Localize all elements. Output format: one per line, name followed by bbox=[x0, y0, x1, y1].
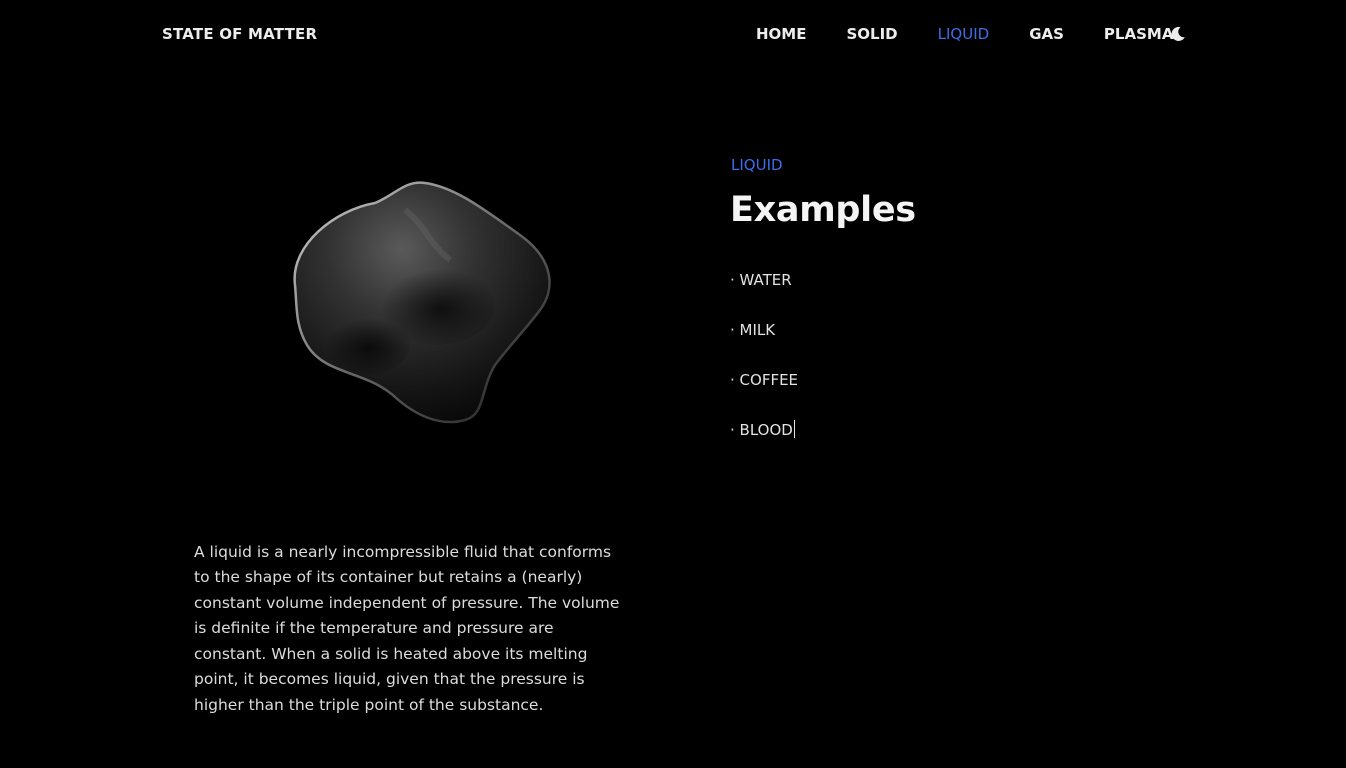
example-item: · BLOOD bbox=[730, 420, 798, 470]
nav-home[interactable]: HOME bbox=[756, 25, 806, 43]
example-item: · WATER bbox=[730, 271, 792, 289]
section-kicker: LIQUID bbox=[731, 156, 783, 174]
nav-gas[interactable]: GAS bbox=[1029, 25, 1064, 43]
liquid-description: A liquid is a nearly incompressible flui… bbox=[194, 542, 620, 715]
example-item: · MILK bbox=[730, 321, 776, 339]
text-cursor bbox=[793, 420, 795, 438]
example-item: · COFFEE bbox=[730, 371, 799, 389]
nav-solid[interactable]: SOLID bbox=[846, 25, 897, 43]
page: STATE OF MATTER HOME SOLID LIQUID GAS PL… bbox=[0, 0, 1346, 768]
brand-logo[interactable]: STATE OF MATTER bbox=[162, 25, 317, 43]
examples-list: · WATER · MILK · COFFEE · BLOOD bbox=[730, 270, 798, 470]
main-nav: HOME SOLID LIQUID GAS PLASMA bbox=[756, 25, 1213, 43]
section-title: Examples bbox=[730, 190, 916, 230]
nav-liquid[interactable]: LIQUID bbox=[938, 25, 990, 43]
moon-icon[interactable] bbox=[1170, 26, 1186, 42]
example-item-text: · BLOOD bbox=[730, 421, 793, 439]
nav-plasma[interactable]: PLASMA bbox=[1104, 25, 1174, 43]
liquid-blob-icon bbox=[293, 181, 551, 424]
